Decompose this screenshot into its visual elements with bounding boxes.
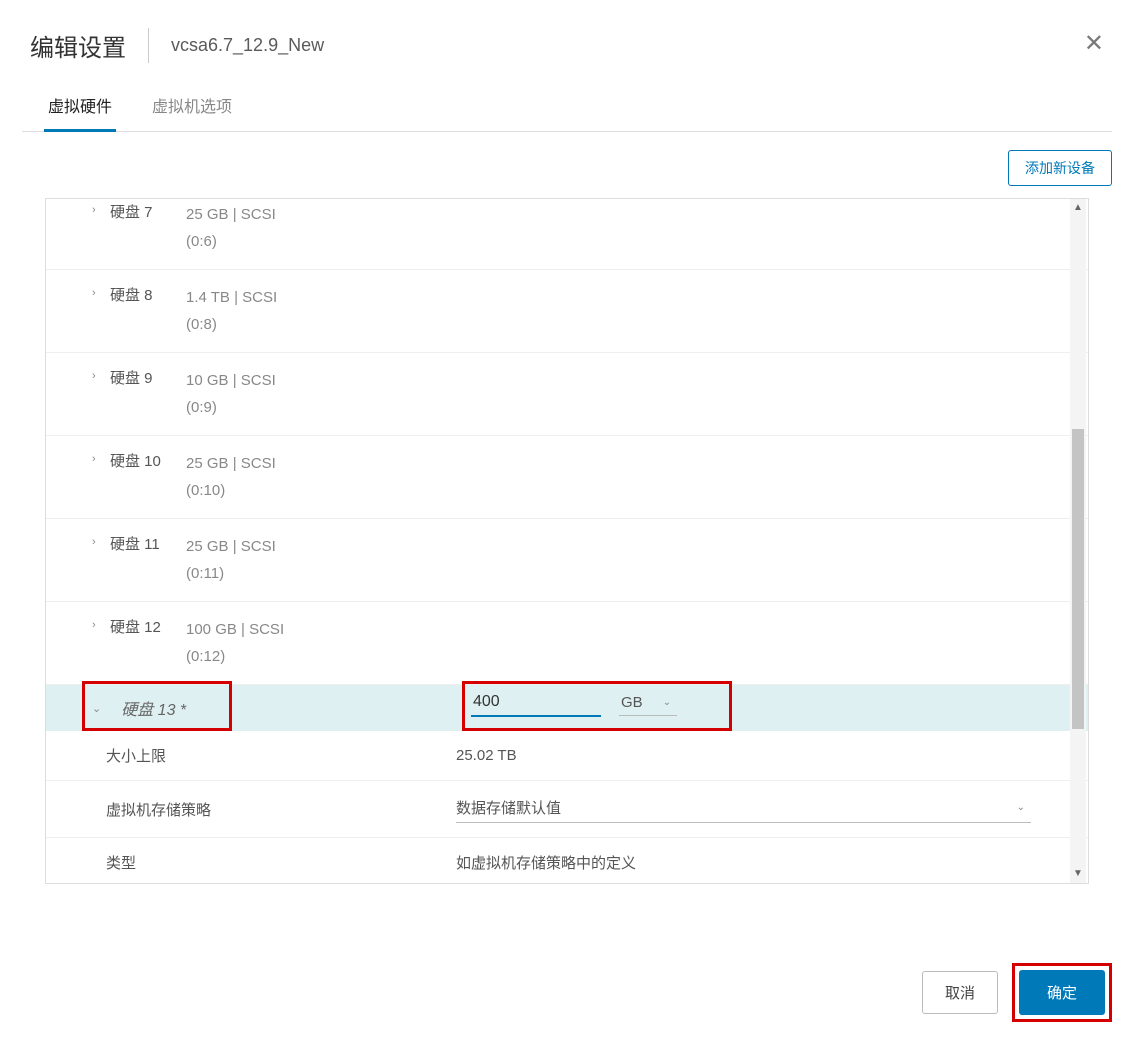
ok-button[interactable]: 确定	[1019, 970, 1105, 1015]
chevron-right-icon: ›	[92, 453, 100, 465]
chevron-right-icon: ›	[92, 287, 100, 299]
chevron-right-icon: ›	[92, 204, 100, 216]
device-panel: › 硬盘 7 25 GB | SCSI (0:6) › 硬盘 8 1.4 TB …	[45, 198, 1089, 884]
type-value: 如虚拟机存储策略中的定义	[456, 852, 636, 873]
storage-policy-select[interactable]: 数据存储默认值 ⌄	[456, 795, 1031, 823]
scroll-down-icon[interactable]: ▼	[1070, 865, 1086, 883]
dialog-title: 编辑设置	[30, 28, 149, 63]
vm-name: vcsa6.7_12.9_New	[149, 35, 324, 56]
disk-row-9[interactable]: › 硬盘 9 10 GB | SCSI (0:9)	[46, 353, 1088, 436]
chevron-right-icon: ›	[92, 536, 100, 548]
max-size-value: 25.02 TB	[456, 747, 517, 764]
scroll-up-icon[interactable]: ▲	[1070, 199, 1086, 217]
tab-virtual-hardware[interactable]: 虚拟硬件	[44, 83, 116, 132]
disk-value: 25 GB | SCSI (0:11)	[186, 533, 276, 587]
disk-value: 25 GB | SCSI (0:10)	[186, 450, 276, 504]
chevron-right-icon: ›	[92, 370, 100, 382]
chevron-down-icon: ⌄	[1017, 802, 1025, 813]
add-device-button[interactable]: 添加新设备	[1008, 150, 1112, 186]
disk-label: 硬盘 12	[110, 616, 161, 637]
disk-13-policy-row: 虚拟机存储策略 数据存储默认值 ⌄	[46, 780, 1088, 837]
disk-row-8[interactable]: › 硬盘 8 1.4 TB | SCSI (0:8)	[46, 270, 1088, 353]
storage-policy-label: 虚拟机存储策略	[46, 799, 456, 820]
disk-label: 硬盘 7	[110, 201, 153, 222]
disk-row-11[interactable]: › 硬盘 11 25 GB | SCSI (0:11)	[46, 519, 1088, 602]
highlight-box: 确定	[1012, 963, 1112, 1022]
disk-size-unit-select[interactable]: GB ⌄	[619, 690, 677, 716]
disk-label: 硬盘 9	[110, 367, 153, 388]
disk-value: 25 GB | SCSI (0:6)	[186, 201, 276, 255]
disk-row-12[interactable]: › 硬盘 12 100 GB | SCSI (0:12)	[46, 602, 1088, 685]
storage-policy-value: 数据存储默认值	[456, 797, 561, 818]
disk-row-7[interactable]: › 硬盘 7 25 GB | SCSI (0:6)	[46, 199, 1088, 270]
tab-vm-options[interactable]: 虚拟机选项	[148, 83, 236, 132]
type-label: 类型	[46, 852, 456, 873]
max-size-label: 大小上限	[46, 745, 456, 766]
disk-row-10[interactable]: › 硬盘 10 25 GB | SCSI (0:10)	[46, 436, 1088, 519]
scroll-thumb[interactable]	[1072, 429, 1084, 729]
cancel-button[interactable]: 取消	[922, 971, 998, 1014]
disk-label: 硬盘 11	[110, 533, 160, 554]
disk-13-type-row: 类型 如虚拟机存储策略中的定义	[46, 837, 1088, 883]
disk-label: 硬盘 10	[110, 450, 161, 471]
unit-label: GB	[621, 694, 643, 711]
disk-value: 100 GB | SCSI (0:12)	[186, 616, 284, 670]
dialog-header: 编辑设置 vcsa6.7_12.9_New	[0, 0, 1134, 83]
close-icon[interactable]: ✕	[1084, 32, 1104, 56]
disk-13-header[interactable]: ⌄ 硬盘 13 * GB ⌄	[46, 685, 1088, 731]
chevron-right-icon: ›	[92, 619, 100, 631]
disk-value: 10 GB | SCSI (0:9)	[186, 367, 276, 421]
disk-label: 硬盘 8	[110, 284, 153, 305]
tab-bar: 虚拟硬件 虚拟机选项	[22, 83, 1112, 132]
disk-row-13-expanded: ⌄ 硬盘 13 * GB ⌄	[46, 685, 1088, 731]
disk-13-max-size-row: 大小上限 25.02 TB	[46, 731, 1088, 780]
dialog-footer: 取消 确定	[922, 963, 1112, 1022]
disk-size-input[interactable]	[471, 689, 601, 717]
disk-value: 1.4 TB | SCSI (0:8)	[186, 284, 277, 338]
chevron-down-icon: ⌄	[92, 702, 101, 715]
disk-13-title: 硬盘 13 *	[121, 696, 186, 720]
chevron-down-icon: ⌄	[663, 697, 671, 708]
scrollbar[interactable]: ▲ ▼	[1070, 199, 1086, 883]
toolbar: 添加新设备	[0, 132, 1134, 198]
